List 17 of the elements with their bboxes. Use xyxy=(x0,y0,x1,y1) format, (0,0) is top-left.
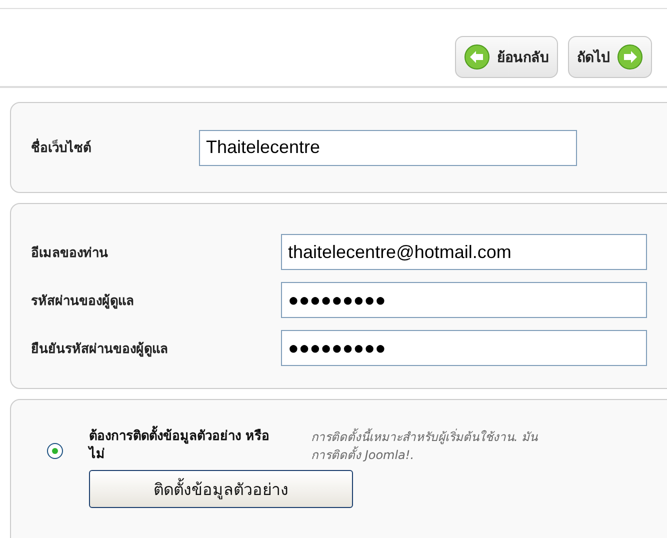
input-field[interactable]: thaitelecentre@hotmail.com xyxy=(281,234,647,270)
install-button[interactable]: ติดตั้งข้อมูลตัวอย่าง xyxy=(89,470,353,508)
next-button[interactable]: ถัดไป xyxy=(568,36,652,78)
input-field[interactable]: ●●●●●●●●● xyxy=(281,330,647,366)
radio-button[interactable] xyxy=(47,443,63,459)
field-label: ชื่อเว็บไซต์ xyxy=(31,137,199,158)
field-label: รหัสผ่านของผู้ดูแล xyxy=(31,292,135,310)
field-label: ยืนยันรหัสผ่านของผู้ดูแล xyxy=(31,340,169,358)
description-text: การติดตั้ง Joomla!. xyxy=(311,446,416,464)
arrow-left-icon xyxy=(464,44,490,70)
option-label: ต้องการติดตั้งข้อมูลตัวอย่าง หรือไม่ xyxy=(89,428,279,464)
description-text: การติดตั้งนี้เหมาะสำหรับผู้เริ่มต้นใช้งาน. มัน xyxy=(311,428,539,446)
input-field[interactable]: Thaitelecentre xyxy=(199,130,577,166)
input-field[interactable]: ●●●●●●●●● xyxy=(281,282,647,318)
field-label: อีเมลของท่าน xyxy=(31,244,109,262)
arrow-right-icon xyxy=(617,44,643,70)
back-button[interactable]: ย้อนกลับ xyxy=(455,36,558,78)
